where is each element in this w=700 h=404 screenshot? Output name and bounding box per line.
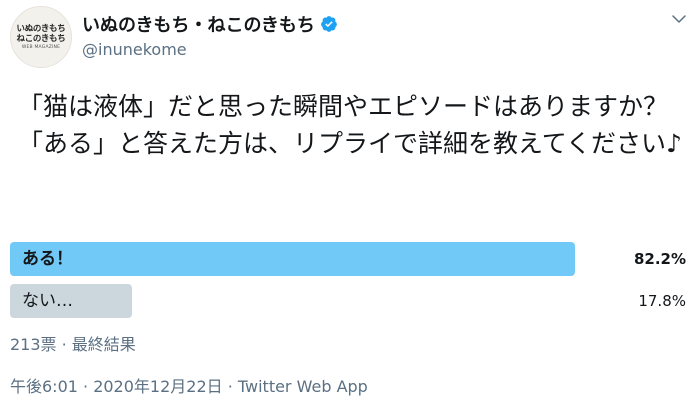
poll-option-percent: 17.8% [638,292,686,310]
poll-option-label: ある！ [22,249,73,269]
avatar-text-line1: いぬのきもち [16,23,66,34]
avatar-text-line3: WEB MAGAZINE [21,44,61,50]
avatar-text-line2: ねこのきもち [16,33,66,44]
author-name-row[interactable]: いぬのきもち・ねこのきもち [82,11,338,37]
poll-option-row: ない… 17.8% [10,284,690,318]
poll-option-label: ない… [22,291,73,311]
verified-badge-icon [321,16,337,32]
poll-meta: 213票 · 最終結果 [10,335,136,354]
author-display-name[interactable]: いぬのきもち・ねこのきもち [82,11,315,37]
chevron-down-icon[interactable] [670,10,688,28]
poll-option-row: ある！ 82.2% [10,242,690,276]
avatar[interactable]: いぬのきもち ねこのきもち WEB MAGAZINE [10,6,72,68]
poll-option-percent: 82.2% [633,250,686,268]
author-handle[interactable]: @inunekome [82,40,187,59]
poll-option-bar [10,242,575,276]
tweet-timestamp[interactable]: 午後6:01 · 2020年12月22日 · Twitter Web App [10,373,368,397]
tweet-text: 「猫は液体」だと思った瞬間やエピソードはありますか？ 「ある」と答えた方は、リプ… [18,92,682,158]
